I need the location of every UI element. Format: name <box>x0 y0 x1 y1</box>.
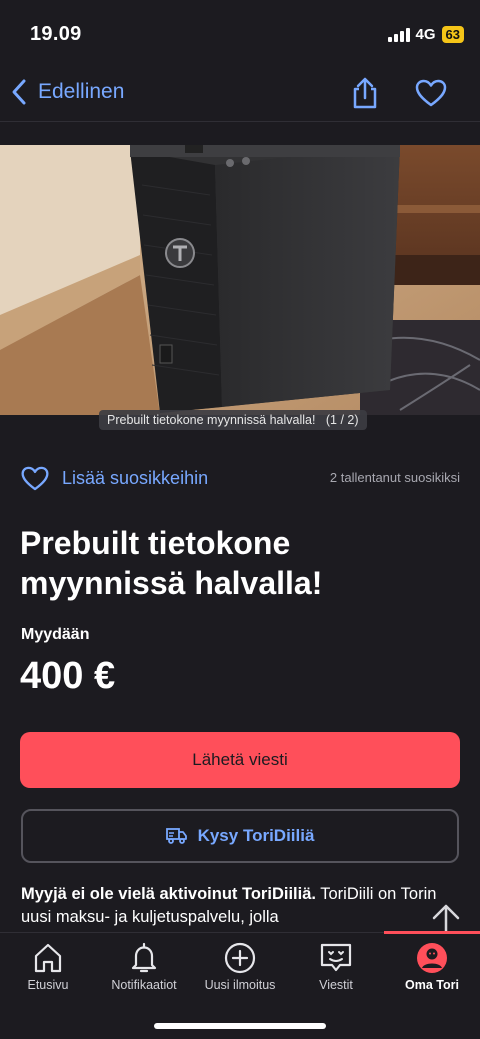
bell-icon <box>131 942 157 973</box>
heart-icon <box>415 79 447 107</box>
tab-label-viestit: Viestit <box>319 978 353 992</box>
tab-label-etusivu: Etusivu <box>27 978 69 992</box>
listing-title: Prebuilt tietokone myynnissä halvalla! <box>20 525 323 601</box>
heart-outline-icon <box>21 466 49 490</box>
tab-uusi-ilmoitus[interactable]: Uusi ilmoitus <box>192 941 288 992</box>
tab-notifikaatiot[interactable]: Notifikaatiot <box>96 941 192 992</box>
send-message-button[interactable]: Lähetä viesti <box>20 732 460 788</box>
share-button[interactable] <box>349 76 381 110</box>
back-button[interactable]: Edellinen <box>10 78 124 106</box>
tab-viestit[interactable]: Viestit <box>288 941 384 992</box>
plus-circle-icon <box>224 942 256 974</box>
chevron-left-icon <box>12 79 26 105</box>
status-bar: 19.09 4G 63 <box>0 0 480 64</box>
toridiili-info-bold: Myyjä ei ole vielä aktivoinut ToriDiiliä… <box>21 885 316 903</box>
send-message-label: Lähetä viesti <box>192 750 288 769</box>
home-indicator <box>154 1023 326 1029</box>
back-label: Edellinen <box>38 80 125 103</box>
photo-counter: (1 / 2) <box>325 413 359 427</box>
listing-photo[interactable] <box>0 145 480 415</box>
photo-caption: Prebuilt tietokone myynnissä halvalla! (… <box>99 410 367 430</box>
battery-icon: 63 <box>441 26 464 43</box>
ask-toridiili-label: Kysy ToriDiiliä <box>197 826 315 845</box>
home-icon <box>34 943 62 973</box>
favorite-header-button[interactable] <box>414 78 448 108</box>
share-icon <box>353 77 377 109</box>
pc-case-image <box>0 145 480 415</box>
tab-label-notifikaatiot: Notifikaatiot <box>111 978 177 992</box>
delivery-truck-icon <box>165 828 187 844</box>
signal-icon <box>387 27 410 42</box>
status-time: 19.09 <box>30 23 82 45</box>
active-tab-indicator <box>384 931 480 934</box>
tab-etusivu[interactable]: Etusivu <box>0 941 96 992</box>
favorite-row: Lisää suosikkeihin 2 tallentanut suosiki… <box>20 460 460 496</box>
add-favorite-label: Lisää suosikkeihin <box>62 467 209 488</box>
message-icon <box>320 943 352 972</box>
tab-label-uusi-ilmoitus: Uusi ilmoitus <box>204 978 276 992</box>
favorite-count: 2 tallentanut suosikiksi <box>329 470 460 485</box>
trade-type: Myydään <box>21 626 90 643</box>
tab-oma-tori[interactable]: Oma Tori <box>384 941 480 992</box>
toridiili-info: Myyjä ei ole vielä aktivoinut ToriDiiliä… <box>21 883 441 931</box>
network-label: 4G <box>415 26 436 43</box>
tab-label-oma-tori: Oma Tori <box>405 978 459 992</box>
listing-price: 400 € <box>20 655 116 697</box>
bottom-tab-bar: Etusivu Notifikaatiot Uusi ilmoitus Vies… <box>0 931 480 1039</box>
photo-caption-text: Prebuilt tietokone myynnissä halvalla! <box>107 413 316 427</box>
add-favorite-button[interactable]: Lisää suosikkeihin <box>20 465 208 492</box>
profile-avatar-icon <box>417 943 447 973</box>
nav-bar: Edellinen <box>0 64 480 122</box>
ask-toridiili-button[interactable]: Kysy ToriDiiliä <box>21 809 459 863</box>
status-indicators: 4G 63 <box>387 26 464 43</box>
